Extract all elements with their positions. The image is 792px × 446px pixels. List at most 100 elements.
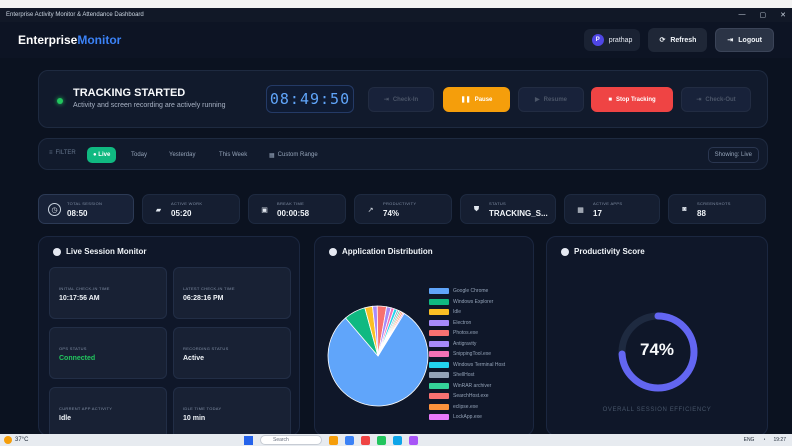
stop-tracking-button[interactable]: ■ Stop Tracking	[591, 87, 673, 112]
calendar-icon: ▦	[269, 152, 275, 159]
pause-button[interactable]: ❚❚ Pause	[443, 87, 510, 112]
legend-label: LockApp.exe	[453, 414, 482, 420]
legend-item[interactable]: Windows Terminal Host	[429, 361, 506, 368]
maximize-button[interactable]: ▢	[760, 11, 767, 19]
window-title: Enterprise Activity Monitor & Attendance…	[6, 12, 144, 18]
filter-this-week[interactable]: This Week	[213, 147, 253, 163]
legend-label: Antigravity	[453, 340, 477, 347]
brand-logo[interactable]: EnterpriseMonitor	[18, 33, 121, 47]
clock[interactable]: 19:27	[773, 437, 786, 443]
productivity-title: Productivity Score	[561, 247, 645, 256]
card-idle-time: IDLE TIME TODAY 10 min	[173, 387, 291, 439]
card-initial-check-in: INITIAL CHECK-IN TIME 10:17:56 AM	[49, 267, 167, 319]
file-explorer-icon[interactable]	[329, 435, 338, 445]
legend-swatch	[429, 403, 449, 410]
wifi-icon[interactable]: ◔	[762, 437, 765, 443]
legend-swatch	[429, 351, 449, 357]
legend-swatch	[429, 298, 449, 305]
legend-label: eclipse.exe	[453, 403, 479, 410]
window-titlebar: Enterprise Activity Monitor & Attendance…	[0, 8, 792, 22]
check-in-button[interactable]: ⇥ Check-In	[368, 87, 434, 112]
refresh-button[interactable]: ⟳ Refresh	[648, 28, 708, 52]
dashboard-main: TRACKING STARTED Activity and screen rec…	[0, 58, 792, 439]
legend-item[interactable]: Windows Explorer	[429, 298, 493, 305]
legend-item[interactable]: SearchHost.exe	[429, 393, 489, 399]
legend-label: SearchHost.exe	[453, 393, 489, 399]
user-menu[interactable]: P prathap	[583, 29, 641, 51]
legend-item[interactable]: Electron	[429, 319, 472, 326]
legend-label: ShellHost	[453, 372, 475, 378]
app-header: EnterpriseMonitor P prathap ⟳ Refresh ⇥ …	[0, 22, 792, 58]
card-ops-status: OPS STATUS Connected	[49, 327, 167, 379]
legend-item[interactable]: Idle	[429, 309, 461, 315]
card-latest-check-in: LATEST CHECK-IN TIME 06:28:16 PM	[173, 267, 291, 319]
grid-icon: ▦	[577, 206, 584, 214]
stat-productivity: ↗ PRODUCTIVITY 74%	[354, 194, 452, 224]
legend-label: Idle	[453, 309, 462, 315]
refresh-icon: ⟳	[659, 37, 666, 44]
stat-status: ⛊ STATUS TRACKING_S...	[460, 194, 556, 224]
logout-icon: ⇥	[727, 37, 734, 44]
productivity-percent: 74%	[639, 340, 675, 359]
app-icon[interactable]	[361, 435, 370, 445]
legend-label: WinRAR archiver	[453, 382, 492, 389]
browser-top-strip	[0, 0, 792, 8]
legend-item[interactable]: ShellHost	[429, 372, 474, 378]
terminal-icon[interactable]	[409, 435, 418, 445]
filter-bar: ≡ FILTER ● Live Today Yesterday This Week…	[38, 138, 768, 170]
language-indicator[interactable]: ENG	[744, 437, 755, 443]
legend-swatch	[429, 330, 449, 336]
legend-swatch	[429, 288, 449, 294]
filter-custom-range[interactable]: ▦ Custom Range	[263, 147, 324, 163]
legend-swatch	[429, 340, 449, 347]
filter-live[interactable]: ● Live	[87, 147, 117, 163]
productivity-caption: OVERALL SESSION EFFICIENCY	[602, 407, 712, 413]
filter-yesterday[interactable]: Yesterday	[163, 147, 201, 163]
taskbar-search[interactable]: Search	[260, 435, 322, 445]
weather-widget[interactable]: 37°C	[4, 436, 28, 444]
play-icon: ▶	[535, 97, 540, 103]
vscode-icon[interactable]	[393, 435, 402, 445]
legend-label: Windows Terminal Host	[453, 361, 506, 368]
stat-total-session: ◷ TOTAL SESSION 08:50	[38, 194, 134, 224]
pause-icon: ❚❚	[460, 97, 471, 103]
legend-item[interactable]: Antigravity	[429, 340, 477, 347]
legend-item[interactable]: eclipse.exe	[429, 403, 479, 410]
sun-icon	[4, 436, 12, 444]
card-current-app-activity: CURRENT APP ACTIVITY Idle	[49, 387, 167, 439]
live-session-panel: Live Session Monitor INITIAL CHECK-IN TI…	[38, 236, 300, 439]
start-icon[interactable]	[244, 435, 253, 445]
legend-item[interactable]: WinRAR archiver	[429, 382, 492, 389]
legend-label: Photos.exe	[453, 330, 479, 336]
status-dot-icon	[57, 98, 63, 104]
stat-screenshots: ◙ SCREENSHOTS 88	[668, 194, 766, 224]
chrome-icon[interactable]	[377, 435, 386, 445]
legend-item[interactable]: Google Chrome	[429, 288, 488, 294]
close-button[interactable]: ✕	[780, 11, 786, 19]
legend-item[interactable]: Photos.exe	[429, 330, 478, 336]
showing-badge: Showing: Live	[707, 147, 759, 163]
legend-label: Google Chrome	[453, 288, 489, 294]
logout-button[interactable]: ⇥ Logout	[715, 28, 774, 52]
card-recording-status: RECORDING STATUS Active	[173, 327, 291, 379]
stop-icon: ■	[608, 96, 612, 103]
avatar: P	[591, 34, 604, 46]
edge-icon[interactable]	[345, 435, 354, 445]
tracking-panel: TRACKING STARTED Activity and screen rec…	[38, 70, 768, 128]
legend-item[interactable]: SnippingTool.exe	[429, 351, 491, 357]
legend-swatch	[429, 309, 449, 315]
os-taskbar: 37°C Search ENG ◔ 19:27	[0, 434, 792, 446]
stat-active-apps: ▦ ACTIVE APPS 17	[564, 194, 660, 224]
clock-icon: ◷	[48, 203, 61, 216]
pie-chart	[327, 305, 429, 407]
filter-today[interactable]: Today	[125, 147, 153, 163]
legend-label: Electron	[453, 319, 472, 326]
minimize-button[interactable]: —	[739, 11, 746, 19]
legend-item[interactable]: LockApp.exe	[429, 414, 482, 420]
stat-active-work: ▰ ACTIVE WORK 05:20	[142, 194, 240, 224]
distribution-title: Application Distribution	[329, 247, 433, 256]
logout-icon: ⇥	[696, 97, 702, 103]
check-out-button[interactable]: ⇥ Check-Out	[681, 87, 751, 112]
resume-button[interactable]: ▶ Resume	[518, 87, 584, 112]
shield-icon: ⛊	[473, 205, 480, 213]
